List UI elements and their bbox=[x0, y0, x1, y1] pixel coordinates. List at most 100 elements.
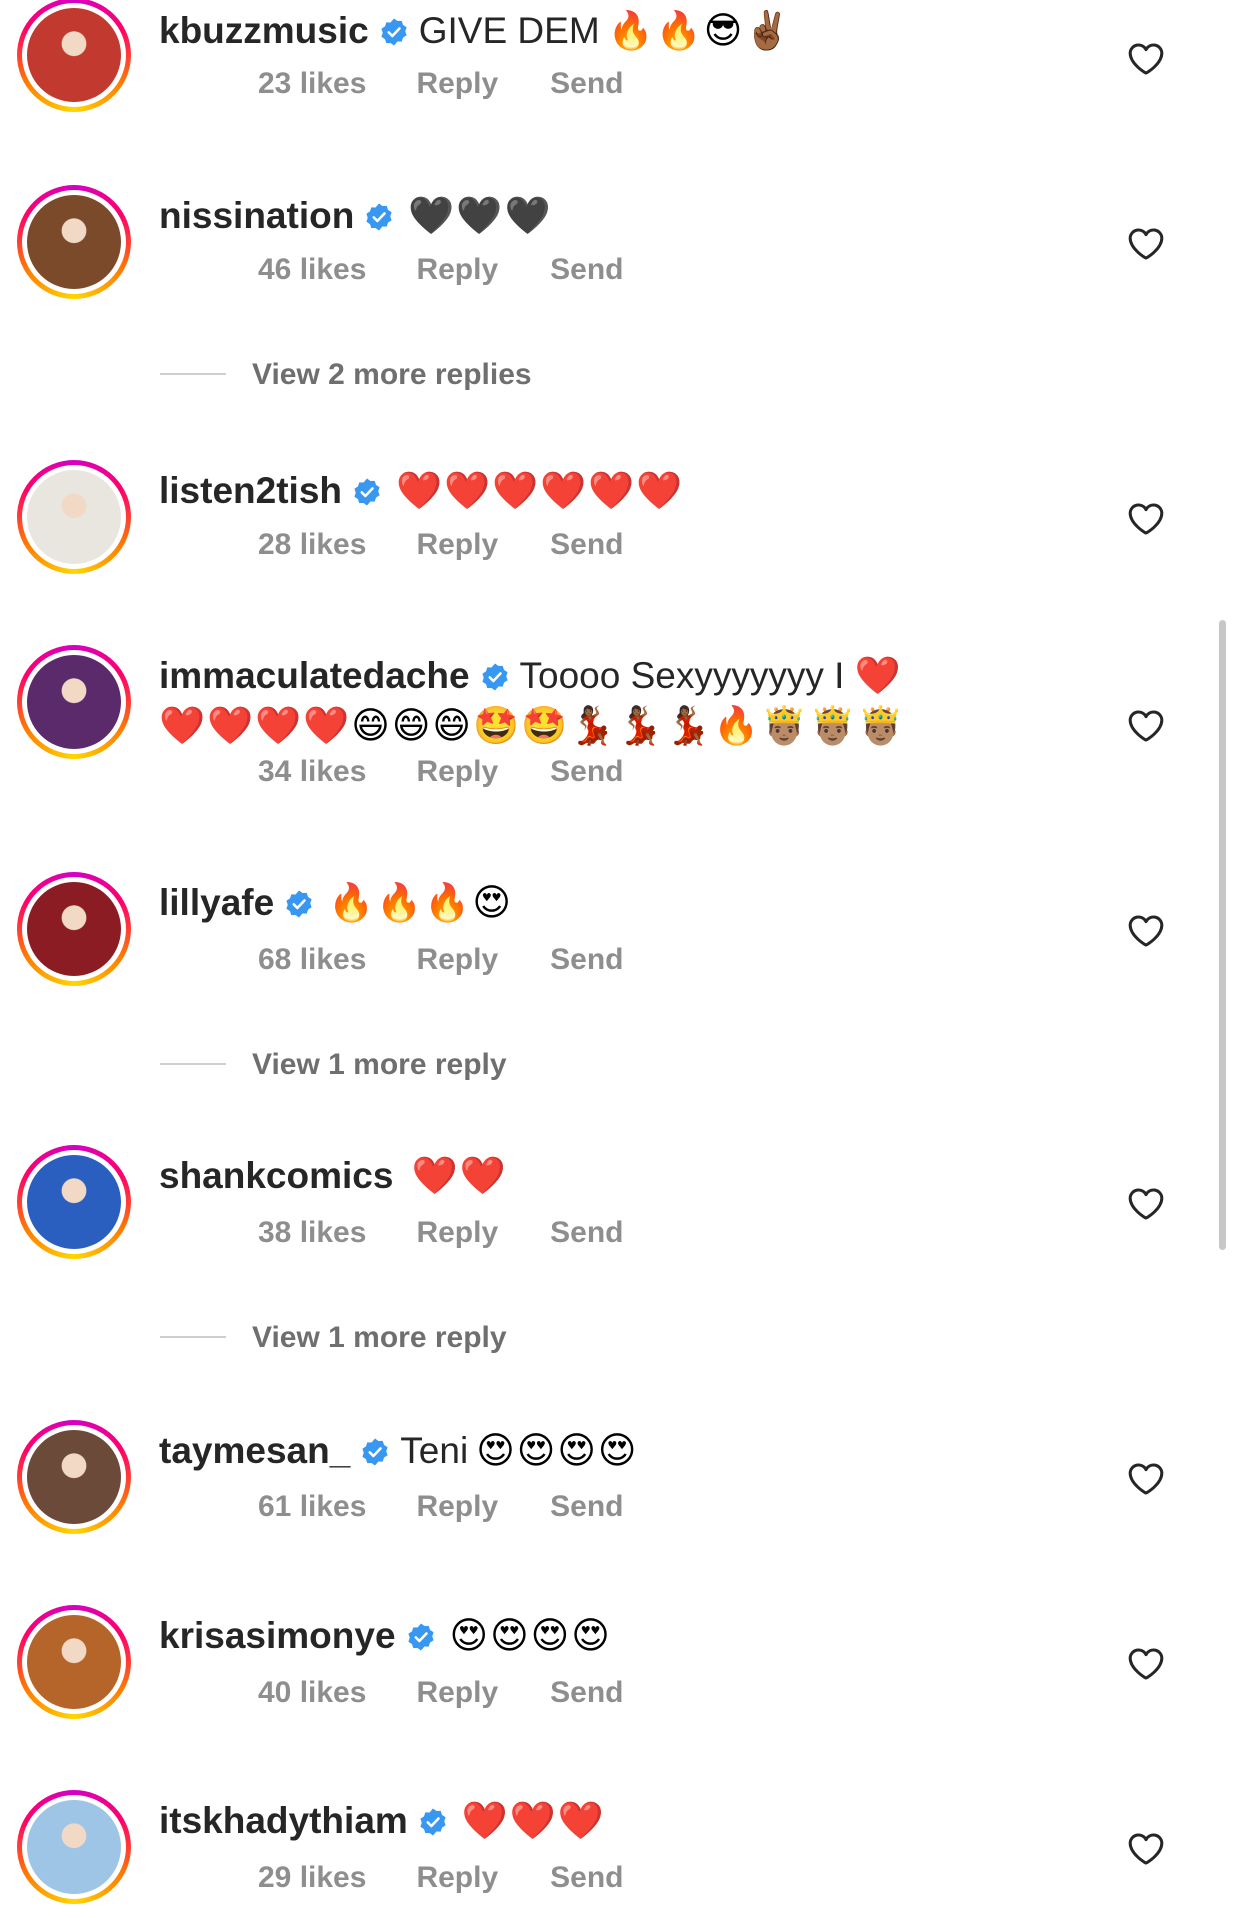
avatar[interactable] bbox=[17, 185, 131, 299]
comment-username[interactable]: taymesan_ bbox=[159, 1430, 350, 1471]
view-more-replies-button[interactable]: View 1 more reply bbox=[160, 1045, 507, 1085]
heart-outline-icon[interactable] bbox=[1126, 705, 1166, 745]
avatar-ring bbox=[22, 3, 126, 107]
reply-button[interactable]: Reply bbox=[416, 1213, 498, 1253]
comment-username[interactable]: kbuzzmusic bbox=[159, 10, 369, 51]
send-button[interactable]: Send bbox=[550, 1673, 623, 1713]
comment-emojis: 🔥🔥🔥😍 bbox=[328, 882, 513, 923]
likes-count[interactable]: 61 likes bbox=[258, 1487, 366, 1527]
comment-line: itskhadythiam ❤️❤️❤️ bbox=[159, 1796, 1119, 1846]
send-button[interactable]: Send bbox=[550, 525, 623, 565]
send-button[interactable]: Send bbox=[550, 940, 623, 980]
avatar[interactable] bbox=[17, 1605, 131, 1719]
reply-button[interactable]: Reply bbox=[416, 525, 498, 565]
heart-outline-icon[interactable] bbox=[1126, 1828, 1166, 1868]
comment-line: immaculatedache Toooo Sexyyyyyyy I ❤️ bbox=[159, 651, 1119, 701]
avatar-ring bbox=[22, 1610, 126, 1714]
avatar-ring bbox=[22, 465, 126, 569]
comment-actions: 46 likes Reply Send bbox=[258, 250, 624, 290]
view-more-replies-button[interactable]: View 1 more reply bbox=[160, 1318, 507, 1358]
likes-count[interactable]: 28 likes bbox=[258, 525, 366, 565]
comment-actions: 68 likes Reply Send bbox=[258, 940, 624, 980]
avatar-photo bbox=[27, 1800, 121, 1894]
avatar-photo bbox=[27, 882, 121, 976]
verified-badge-icon bbox=[406, 1615, 436, 1651]
avatar-photo bbox=[27, 470, 121, 564]
heart-outline-icon[interactable] bbox=[1126, 1458, 1166, 1498]
send-button[interactable]: Send bbox=[550, 1213, 623, 1253]
comment-actions: 38 likes Reply Send bbox=[258, 1213, 624, 1253]
avatar-photo bbox=[27, 1155, 121, 1249]
likes-count[interactable]: 46 likes bbox=[258, 250, 366, 290]
likes-count[interactable]: 68 likes bbox=[258, 940, 366, 980]
comment-emojis: 🖤🖤🖤 bbox=[408, 195, 553, 236]
comment-actions: 29 likes Reply Send bbox=[258, 1858, 624, 1898]
scrollbar[interactable] bbox=[1219, 620, 1226, 1250]
reply-button[interactable]: Reply bbox=[416, 250, 498, 290]
send-button[interactable]: Send bbox=[550, 1858, 623, 1898]
view-more-replies-button[interactable]: View 2 more replies bbox=[160, 355, 532, 395]
send-button[interactable]: Send bbox=[550, 1487, 623, 1527]
likes-count[interactable]: 29 likes bbox=[258, 1858, 366, 1898]
avatar-ring bbox=[22, 1425, 126, 1529]
comment-line: krisasimonye 😍😍😍😍 bbox=[159, 1611, 1119, 1661]
avatar[interactable] bbox=[17, 1420, 131, 1534]
send-button[interactable]: Send bbox=[550, 752, 623, 792]
comment-text: Teni bbox=[400, 1430, 469, 1471]
comment-username[interactable]: itskhadythiam bbox=[159, 1800, 408, 1841]
avatar-ring bbox=[22, 1150, 126, 1254]
send-button[interactable]: Send bbox=[550, 250, 623, 290]
verified-badge-icon bbox=[379, 10, 409, 46]
avatar[interactable] bbox=[17, 1790, 131, 1904]
likes-count[interactable]: 23 likes bbox=[258, 64, 366, 104]
comment-username[interactable]: nissination bbox=[159, 195, 354, 236]
comment-emojis: ❤️❤️ bbox=[411, 1155, 508, 1196]
comment-line: kbuzzmusic GIVE DEM 🔥🔥😎✌🏾 bbox=[159, 6, 1119, 56]
heart-outline-icon[interactable] bbox=[1126, 223, 1166, 263]
comment-text: GIVE DEM bbox=[418, 10, 600, 51]
verified-badge-icon bbox=[360, 1430, 390, 1466]
avatar[interactable] bbox=[17, 460, 131, 574]
likes-count[interactable]: 38 likes bbox=[258, 1213, 366, 1253]
comment-line: lillyafe 🔥🔥🔥😍 bbox=[159, 878, 1119, 928]
view-more-label: View 1 more reply bbox=[252, 1321, 507, 1354]
reply-button[interactable]: Reply bbox=[416, 64, 498, 104]
avatar[interactable] bbox=[17, 872, 131, 986]
reply-button[interactable]: Reply bbox=[416, 940, 498, 980]
likes-count[interactable]: 40 likes bbox=[258, 1673, 366, 1713]
send-button[interactable]: Send bbox=[550, 64, 623, 104]
comment-emojis: ❤️❤️❤️❤️❤️❤️ bbox=[396, 470, 685, 511]
view-more-label: View 2 more replies bbox=[252, 358, 532, 391]
comment-actions: 61 likes Reply Send bbox=[258, 1487, 624, 1527]
view-more-label: View 1 more reply bbox=[252, 1048, 507, 1081]
comment-username[interactable]: krisasimonye bbox=[159, 1615, 396, 1656]
reply-button[interactable]: Reply bbox=[416, 752, 498, 792]
comment-username[interactable]: immaculatedache bbox=[159, 655, 470, 696]
thread-divider bbox=[160, 373, 226, 376]
avatar[interactable] bbox=[17, 1145, 131, 1259]
comments-feed: kbuzzmusic GIVE DEM 🔥🔥😎✌🏾 23 likes Reply Send… bbox=[0, 0, 1242, 1918]
avatar-photo bbox=[27, 1615, 121, 1709]
comment-username[interactable]: shankcomics bbox=[159, 1155, 393, 1196]
likes-count[interactable]: 34 likes bbox=[258, 752, 366, 792]
reply-button[interactable]: Reply bbox=[416, 1673, 498, 1713]
heart-outline-icon[interactable] bbox=[1126, 1183, 1166, 1223]
heart-outline-icon[interactable] bbox=[1126, 498, 1166, 538]
heart-outline-icon[interactable] bbox=[1126, 1643, 1166, 1683]
comment-line: taymesan_ Teni 😍😍😍😍 bbox=[159, 1426, 1119, 1476]
avatar-ring bbox=[22, 1795, 126, 1899]
comment-emojis: 😍😍😍😍 bbox=[449, 1615, 612, 1656]
heart-outline-icon[interactable] bbox=[1126, 38, 1166, 78]
avatar-ring bbox=[22, 877, 126, 981]
reply-button[interactable]: Reply bbox=[416, 1487, 498, 1527]
avatar[interactable] bbox=[17, 645, 131, 759]
thread-divider bbox=[160, 1336, 226, 1339]
comment-username[interactable]: listen2tish bbox=[159, 470, 342, 511]
comment-emojis: 🔥🔥😎✌🏾 bbox=[607, 10, 793, 51]
reply-button[interactable]: Reply bbox=[416, 1858, 498, 1898]
avatar-ring bbox=[22, 190, 126, 294]
comment-username[interactable]: lillyafe bbox=[159, 882, 274, 923]
avatar-photo bbox=[27, 1430, 121, 1524]
avatar[interactable] bbox=[17, 0, 131, 112]
heart-outline-icon[interactable] bbox=[1126, 910, 1166, 950]
